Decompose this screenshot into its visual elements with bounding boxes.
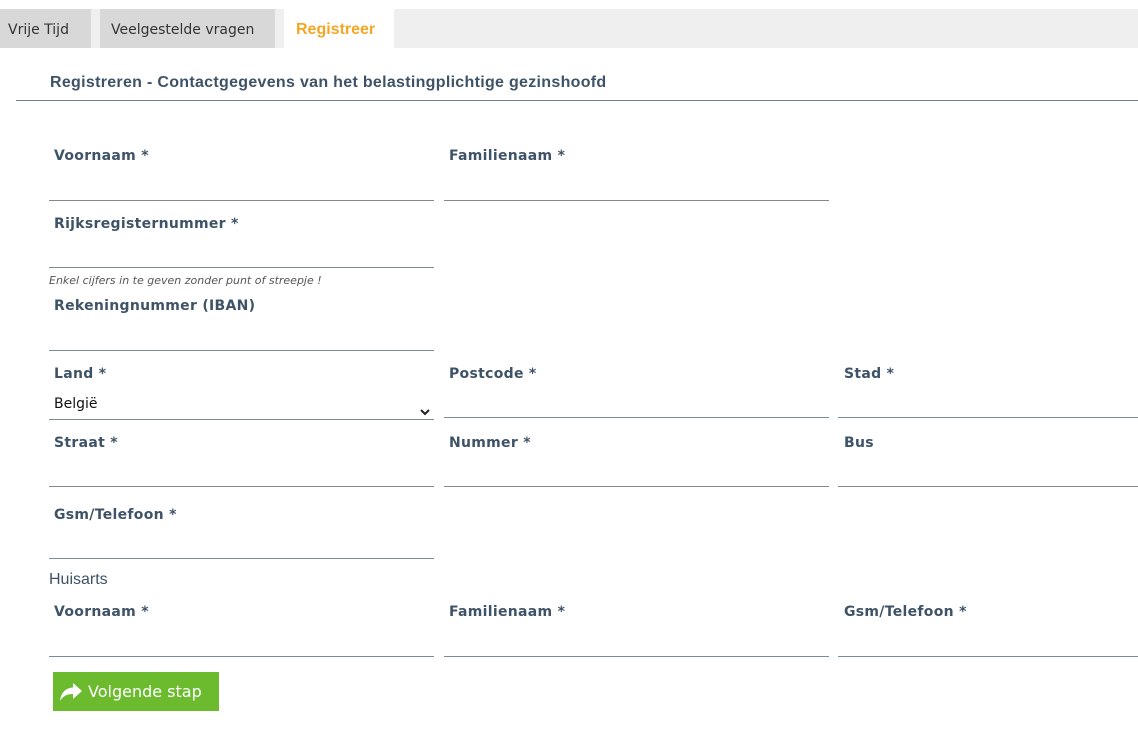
huisarts-heading: Huisarts <box>49 571 108 588</box>
volgende-stap-button[interactable]: Volgende stap <box>53 672 219 711</box>
familienaam-label: Familienaam * <box>449 148 566 164</box>
huisarts-familienaam-input[interactable] <box>444 627 829 657</box>
tab-vrije-tijd[interactable]: Vrije Tijd <box>0 9 91 48</box>
huisarts-gsm-input[interactable] <box>838 627 1138 657</box>
rijksregisternummer-hint: Enkel cijfers in te geven zonder punt of… <box>49 274 322 287</box>
straat-label: Straat * <box>54 435 118 451</box>
postcode-input[interactable] <box>444 388 829 418</box>
gsm-input[interactable] <box>49 529 434 559</box>
huisarts-gsm-label: Gsm/Telefoon * <box>844 604 967 620</box>
volgende-stap-label: Volgende stap <box>88 682 202 701</box>
tab-veelgestelde-vragen[interactable]: Veelgestelde vragen <box>100 9 275 48</box>
rekeningnummer-label: Rekeningnummer (IBAN) <box>54 298 256 314</box>
rijksregisternummer-input[interactable] <box>49 238 434 268</box>
huisarts-voornaam-input[interactable] <box>49 627 434 657</box>
gsm-label: Gsm/Telefoon * <box>54 507 177 523</box>
nummer-input[interactable] <box>444 457 829 487</box>
postcode-label: Postcode * <box>449 366 537 382</box>
tab-registreer[interactable]: Registreer <box>284 9 394 48</box>
chevron-down-icon <box>420 401 430 420</box>
straat-input[interactable] <box>49 457 434 487</box>
share-arrow-icon <box>59 682 83 705</box>
land-select[interactable]: België <box>49 393 434 420</box>
nummer-label: Nummer * <box>449 435 531 451</box>
page-title: Registreren - Contactgegevens van het be… <box>50 74 607 91</box>
bus-label: Bus <box>844 435 874 451</box>
rijksregisternummer-label: Rijksregisternummer * <box>54 216 239 232</box>
huisarts-familienaam-label: Familienaam * <box>449 604 566 620</box>
voornaam-label: Voornaam * <box>54 148 149 164</box>
tab-bar: Vrije Tijd Veelgestelde vragen Registree… <box>0 9 1138 48</box>
familienaam-input[interactable] <box>444 171 829 201</box>
bus-input[interactable] <box>838 457 1138 487</box>
land-selected-value: België <box>54 396 98 412</box>
huisarts-voornaam-label: Voornaam * <box>54 604 149 620</box>
stad-input[interactable] <box>838 388 1138 418</box>
rekeningnummer-input[interactable] <box>49 321 434 351</box>
land-label: Land * <box>54 366 107 382</box>
voornaam-input[interactable] <box>49 171 434 201</box>
stad-label: Stad * <box>844 366 895 382</box>
title-divider <box>16 100 1138 101</box>
